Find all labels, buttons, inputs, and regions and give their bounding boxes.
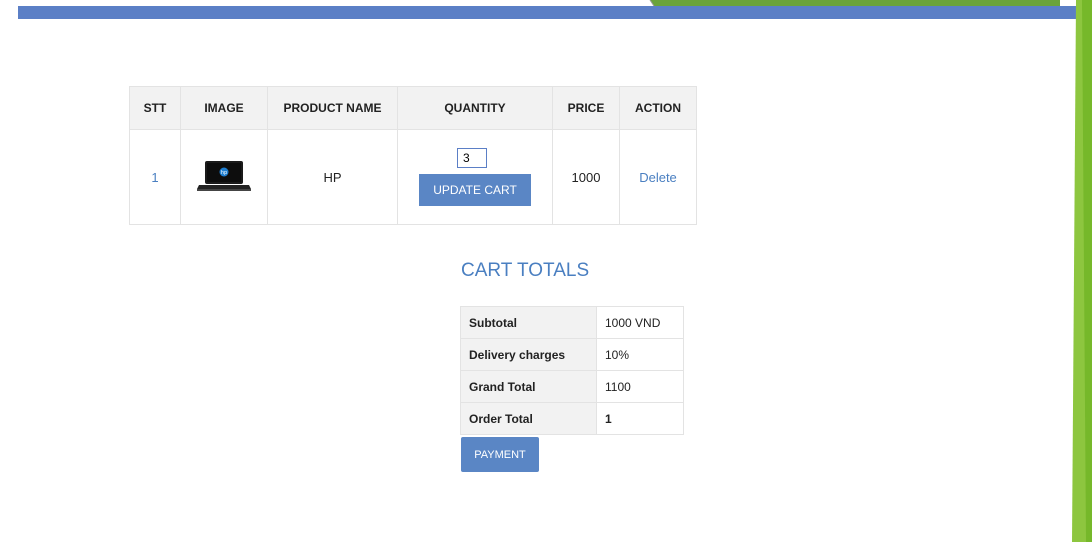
- slide-corner-decoration: [649, 0, 1060, 6]
- green-side-decoration: [1052, 0, 1092, 542]
- cell-stt: 1: [129, 129, 181, 225]
- header-product-name: PRODUCT NAME: [267, 86, 398, 130]
- header-stt: STT: [129, 86, 181, 130]
- cart-totals-title: CART TOTALS: [461, 260, 590, 281]
- order-total-label: Order Total: [460, 402, 597, 435]
- totals-row-delivery: Delivery charges 10%: [460, 338, 684, 371]
- top-banner-bar: [18, 6, 1076, 19]
- header-image: IMAGE: [180, 86, 268, 130]
- cart-table: STT IMAGE PRODUCT NAME QUANTITY PRICE AC…: [129, 86, 697, 225]
- header-action: ACTION: [619, 86, 697, 130]
- delivery-charges-value: 10%: [596, 338, 684, 371]
- stt-link[interactable]: 1: [151, 170, 158, 185]
- delivery-charges-label: Delivery charges: [460, 338, 597, 371]
- table-row: 1 hp HP UPDATE CART: [129, 129, 697, 225]
- quantity-input[interactable]: [457, 148, 487, 168]
- totals-row-order-total: Order Total 1: [460, 402, 684, 435]
- cell-product-name: HP: [267, 129, 398, 225]
- grand-total-value: 1100: [596, 370, 684, 403]
- cart-totals-table: Subtotal 1000 VND Delivery charges 10% G…: [460, 306, 684, 435]
- subtotal-label: Subtotal: [460, 306, 597, 339]
- cell-action: Delete: [619, 129, 697, 225]
- subtotal-value: 1000 VND: [596, 306, 684, 339]
- grand-total-label: Grand Total: [460, 370, 597, 403]
- header-quantity: QUANTITY: [397, 86, 553, 130]
- laptop-icon: hp: [197, 160, 251, 194]
- totals-row-grand-total: Grand Total 1100: [460, 370, 684, 403]
- order-total-value: 1: [596, 402, 684, 435]
- cell-image: hp: [180, 129, 268, 225]
- totals-row-subtotal: Subtotal 1000 VND: [460, 306, 684, 339]
- cart-header-row: STT IMAGE PRODUCT NAME QUANTITY PRICE AC…: [129, 86, 697, 130]
- svg-text:hp: hp: [221, 170, 227, 176]
- cell-quantity: UPDATE CART: [397, 129, 553, 225]
- cell-price: 1000: [552, 129, 620, 225]
- header-price: PRICE: [552, 86, 620, 130]
- update-cart-button[interactable]: UPDATE CART: [419, 174, 531, 206]
- payment-button[interactable]: PAYMENT: [461, 437, 539, 472]
- delete-link[interactable]: Delete: [639, 170, 677, 185]
